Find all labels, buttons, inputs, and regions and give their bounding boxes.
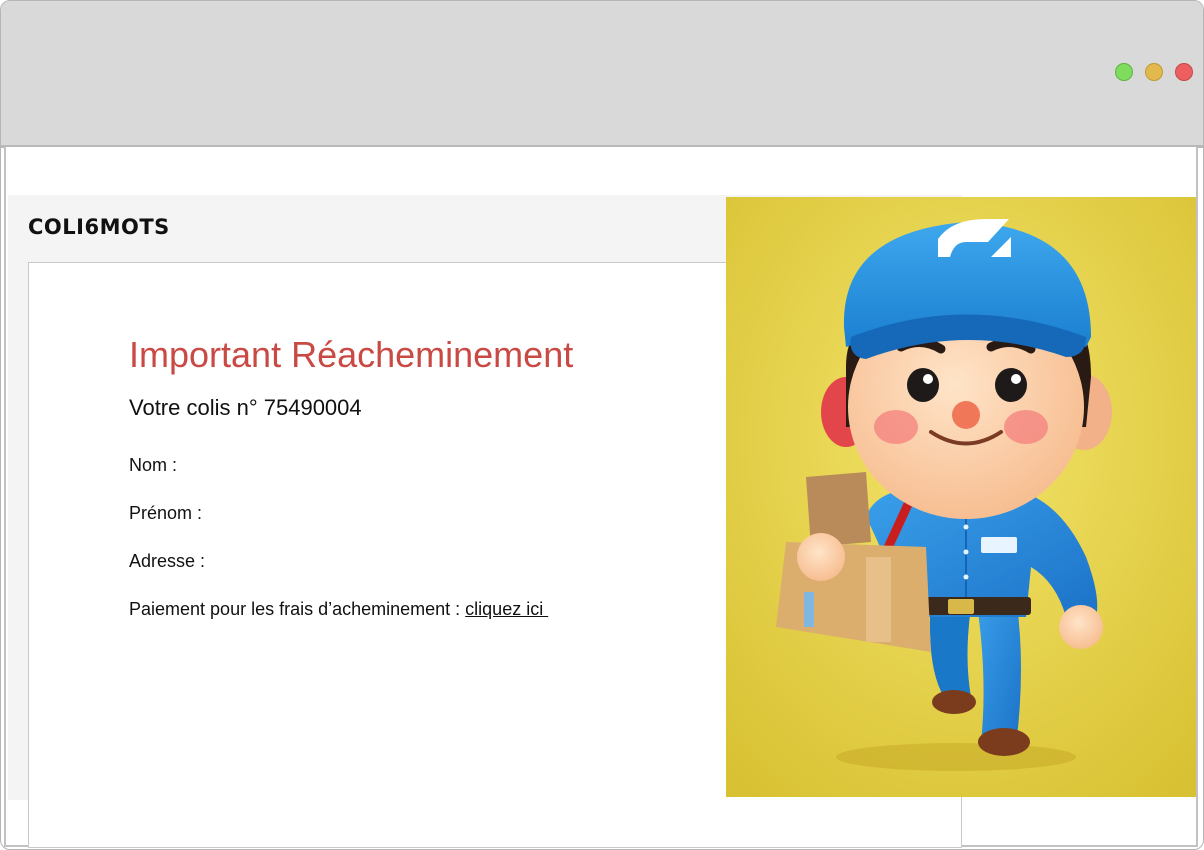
brand-logo[interactable]: COLI6MOTS — [28, 215, 170, 239]
payment-label: Paiement pour les frais d’acheminement : — [129, 599, 466, 619]
shadow — [836, 743, 1076, 771]
payment-link[interactable]: cliquez ici — [465, 599, 548, 619]
prenom-label: Prénom : — [129, 503, 203, 523]
adresse-label: Adresse : — [129, 551, 206, 571]
page-title: Important Réacheminement — [129, 334, 574, 375]
nom-label: Nom : — [129, 455, 178, 475]
minimize-button[interactable] — [1145, 63, 1163, 81]
payment-row: Paiement pour les frais d’acheminement :… — [129, 599, 548, 620]
delivery-man-illustration — [726, 197, 1196, 797]
maximize-button[interactable] — [1115, 63, 1133, 81]
parcel-number: Votre colis n° 75490004 — [129, 395, 362, 420]
close-button[interactable] — [1175, 63, 1193, 81]
title-bar — [1, 1, 1203, 148]
